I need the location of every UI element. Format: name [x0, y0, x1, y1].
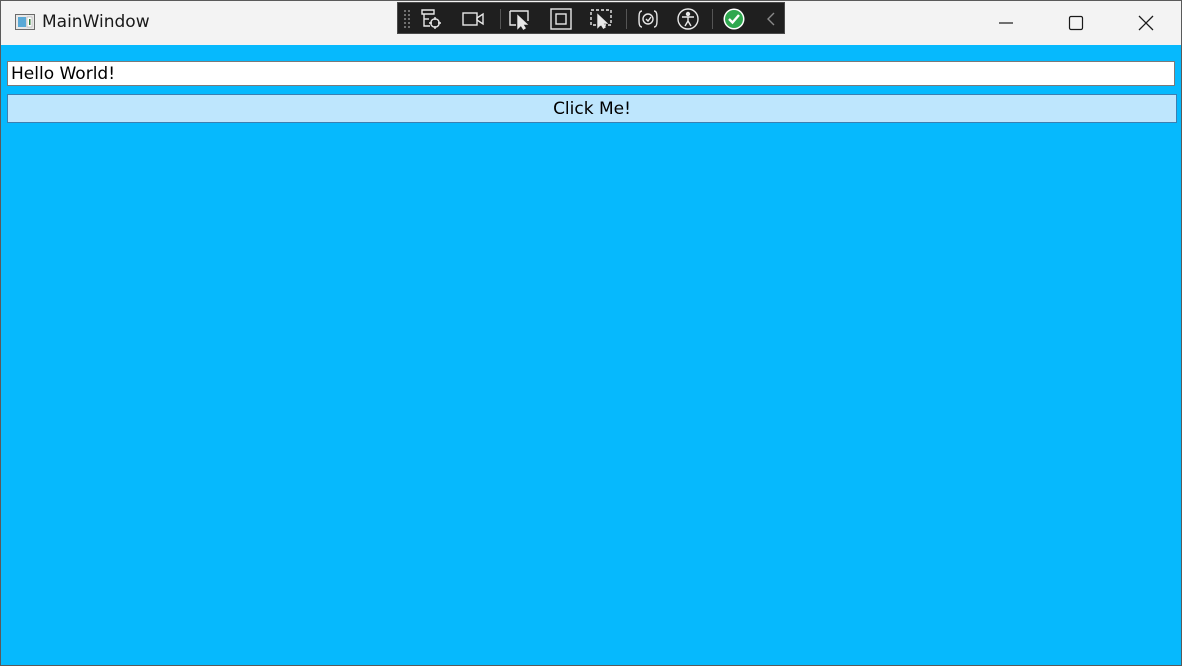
maximize-icon: [1068, 15, 1084, 31]
go-to-live-visual-tree-icon[interactable]: [418, 6, 444, 32]
close-button[interactable]: [1111, 1, 1181, 45]
minimize-icon: [999, 22, 1013, 24]
close-icon: [1138, 15, 1154, 31]
display-layout-adorners-icon[interactable]: [548, 6, 574, 32]
text-input[interactable]: [7, 61, 1175, 86]
main-window: MainWindow Hello World! Click Me!: [0, 0, 1182, 666]
video-camera-icon[interactable]: [460, 6, 486, 32]
toolbar-grip[interactable]: [403, 9, 411, 29]
accessibility-icon[interactable]: [675, 6, 701, 32]
toolbar-separator: [500, 9, 501, 29]
app-window-icon: [15, 14, 35, 30]
collapse-chevron-icon[interactable]: [758, 6, 784, 32]
select-element-icon[interactable]: [507, 6, 533, 32]
xaml-debug-toolbar: [397, 2, 785, 34]
maximize-button[interactable]: [1041, 1, 1111, 45]
title-bar[interactable]: MainWindow: [1, 1, 1181, 45]
binding-failures-check-icon[interactable]: [721, 6, 747, 32]
minimize-button[interactable]: [971, 1, 1041, 45]
hot-reload-icon[interactable]: [635, 6, 661, 32]
click-me-button[interactable]: Click Me!: [7, 94, 1177, 123]
toolbar-separator: [712, 9, 713, 29]
window-title: MainWindow: [42, 12, 150, 32]
toolbar-separator: [626, 9, 627, 29]
track-focused-element-icon[interactable]: [588, 6, 614, 32]
